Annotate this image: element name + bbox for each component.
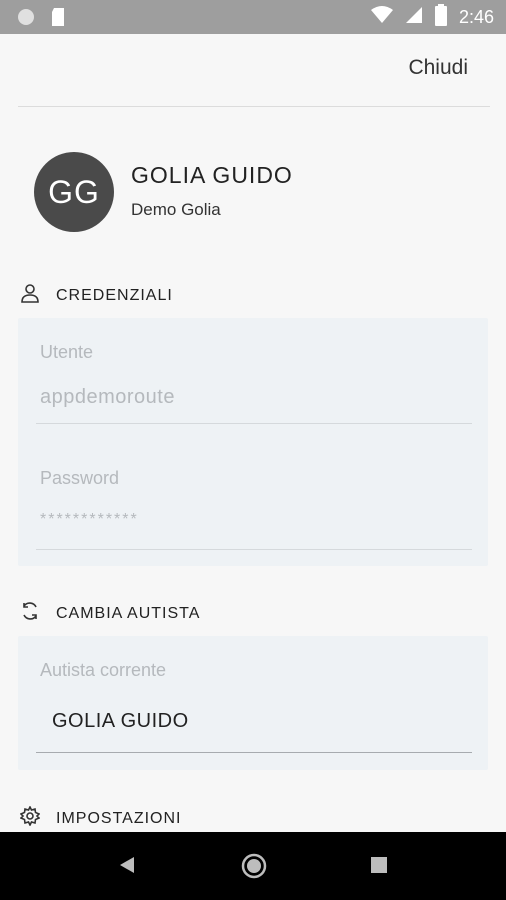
battery-icon — [434, 3, 447, 31]
notification-dot-icon — [16, 7, 36, 32]
gear-icon — [19, 805, 41, 831]
password-field-underline — [36, 549, 472, 550]
user-field[interactable]: appdemoroute — [40, 386, 175, 409]
current-driver-underline — [36, 752, 472, 753]
user-field-underline — [36, 423, 472, 424]
back-icon[interactable] — [116, 854, 138, 881]
header-divider — [18, 106, 490, 107]
settings-section-header[interactable]: IMPOSTAZIONI — [19, 805, 182, 831]
profile-company: Demo Golia — [131, 200, 221, 219]
password-field[interactable]: ************ — [40, 511, 139, 529]
wifi-icon — [370, 5, 393, 29]
profile-name: GOLIA GUIDO — [131, 162, 293, 188]
credentials-panel: Utente appdemoroute Password ***********… — [18, 318, 488, 566]
status-bar: 2:46 — [0, 0, 506, 34]
change-driver-panel: Autista corrente GOLIA GUIDO — [18, 636, 488, 770]
close-button[interactable]: Chiudi — [408, 56, 468, 80]
signal-icon — [405, 6, 423, 29]
navigation-bar — [0, 832, 506, 900]
status-time: 2:46 — [458, 6, 494, 27]
recents-icon[interactable] — [368, 854, 390, 881]
settings-title: IMPOSTAZIONI — [56, 809, 182, 827]
user-label: Utente — [40, 342, 94, 362]
current-driver-label: Autista corrente — [40, 660, 167, 680]
avatar: GG — [34, 152, 114, 232]
change-driver-title: CAMBIA AUTISTA — [56, 604, 201, 622]
sd-card-icon — [50, 7, 66, 32]
credentials-section-header: CREDENZIALI — [20, 283, 173, 308]
change-driver-section-header[interactable]: CAMBIA AUTISTA — [20, 601, 200, 626]
credentials-title: CREDENZIALI — [56, 286, 173, 304]
user-icon — [20, 283, 40, 308]
password-label: Password — [40, 468, 120, 488]
home-icon[interactable] — [240, 852, 268, 885]
refresh-icon — [20, 601, 40, 626]
current-driver-field[interactable]: GOLIA GUIDO — [52, 710, 189, 733]
